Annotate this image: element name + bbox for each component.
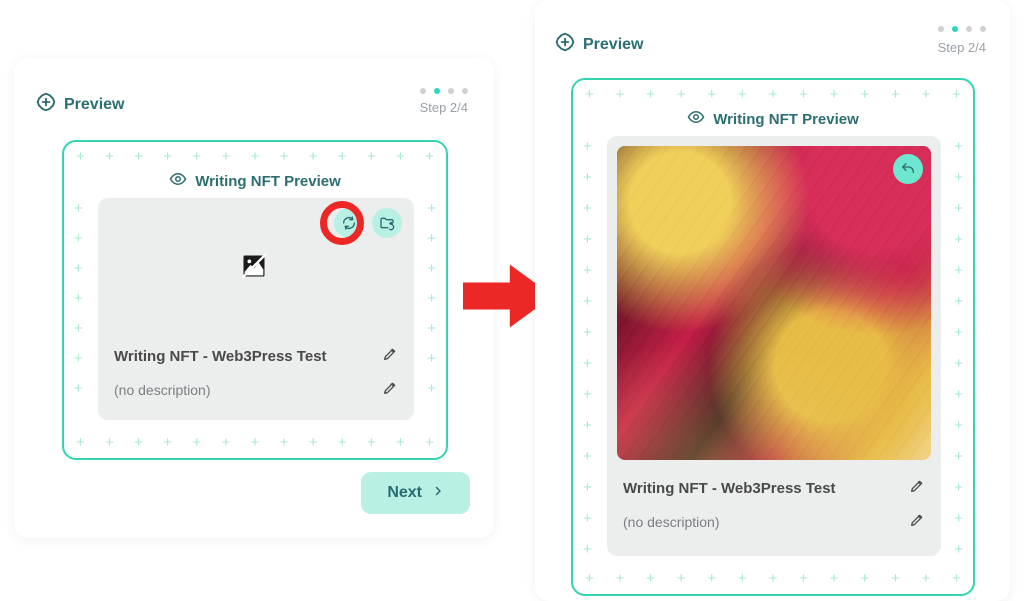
plus-row: +++++++++++++ [573,86,973,104]
right-inner-title: Writing NFT Preview [713,111,859,128]
right-header: Preview [555,32,643,57]
plus-circle-icon [555,32,575,57]
plus-circle-icon [36,92,56,117]
left-plus-col: ++++++++++++++ [583,138,592,559]
edit-description-button[interactable] [909,512,925,533]
right-title-row: Writing NFT - Web3Press Test [607,470,941,506]
left-inner-title: Writing NFT Preview [195,173,341,190]
broken-image-icon [240,252,268,285]
right-inner-frame: +++++++++++++ Writing NFT Preview ++++++… [571,78,975,596]
left-inner-frame: +++++++++++++ Writing NFT Preview ++++++… [62,140,448,460]
eye-icon [687,108,705,130]
left-step-label: Step 2/4 [420,100,468,115]
right-plus-col: +++++++ [427,200,436,398]
plus-row-bottom: +++++++++++++ [64,434,446,452]
plus-row-bottom: +++++++++++++ [573,570,973,588]
nft-description: (no description) [114,382,211,398]
left-image-area [98,198,414,338]
right-step-label: Step 2/4 [938,40,986,55]
undo-button[interactable] [893,154,923,184]
left-desc-row: (no description) [98,374,414,406]
right-card: Preview Step 2/4 +++++++++++++ Writing N… [535,0,1010,601]
eye-icon [169,170,187,192]
edit-description-button[interactable] [382,380,398,401]
next-button[interactable]: Next [361,472,470,514]
nft-title: Writing NFT - Web3Press Test [114,348,327,365]
left-step-dots [420,88,468,94]
edit-title-button[interactable] [909,478,925,499]
left-title-row: Writing NFT - Web3Press Test [98,338,414,374]
left-header: Preview [36,92,124,117]
right-plus-col: ++++++++++++++ [954,138,963,559]
right-step-dots [938,26,986,32]
right-desc-row: (no description) [607,506,941,538]
left-header-title: Preview [64,96,124,114]
chevron-right-icon [432,484,444,502]
stage: Preview Step 2/4 +++++++++++++ Writing N… [0,0,1024,601]
regenerate-button[interactable] [334,208,364,238]
left-preview-box: Writing NFT - Web3Press Test (no descrip… [98,198,414,420]
next-button-label: Next [387,484,422,502]
upload-folder-button[interactable] [372,208,402,238]
right-header-title: Preview [583,36,643,54]
right-preview-box: Writing NFT - Web3Press Test (no descrip… [607,136,941,556]
edit-title-button[interactable] [382,346,398,367]
generated-artwork [617,146,931,460]
left-inner-title-row: Writing NFT Preview [64,170,446,192]
nft-description: (no description) [623,514,720,530]
left-card: Preview Step 2/4 +++++++++++++ Writing N… [14,58,494,538]
left-image-actions [334,208,402,238]
left-plus-col: +++++++ [74,200,83,398]
nft-title: Writing NFT - Web3Press Test [623,480,836,497]
plus-row: +++++++++++++ [64,148,446,166]
right-inner-title-row: Writing NFT Preview [573,108,973,130]
